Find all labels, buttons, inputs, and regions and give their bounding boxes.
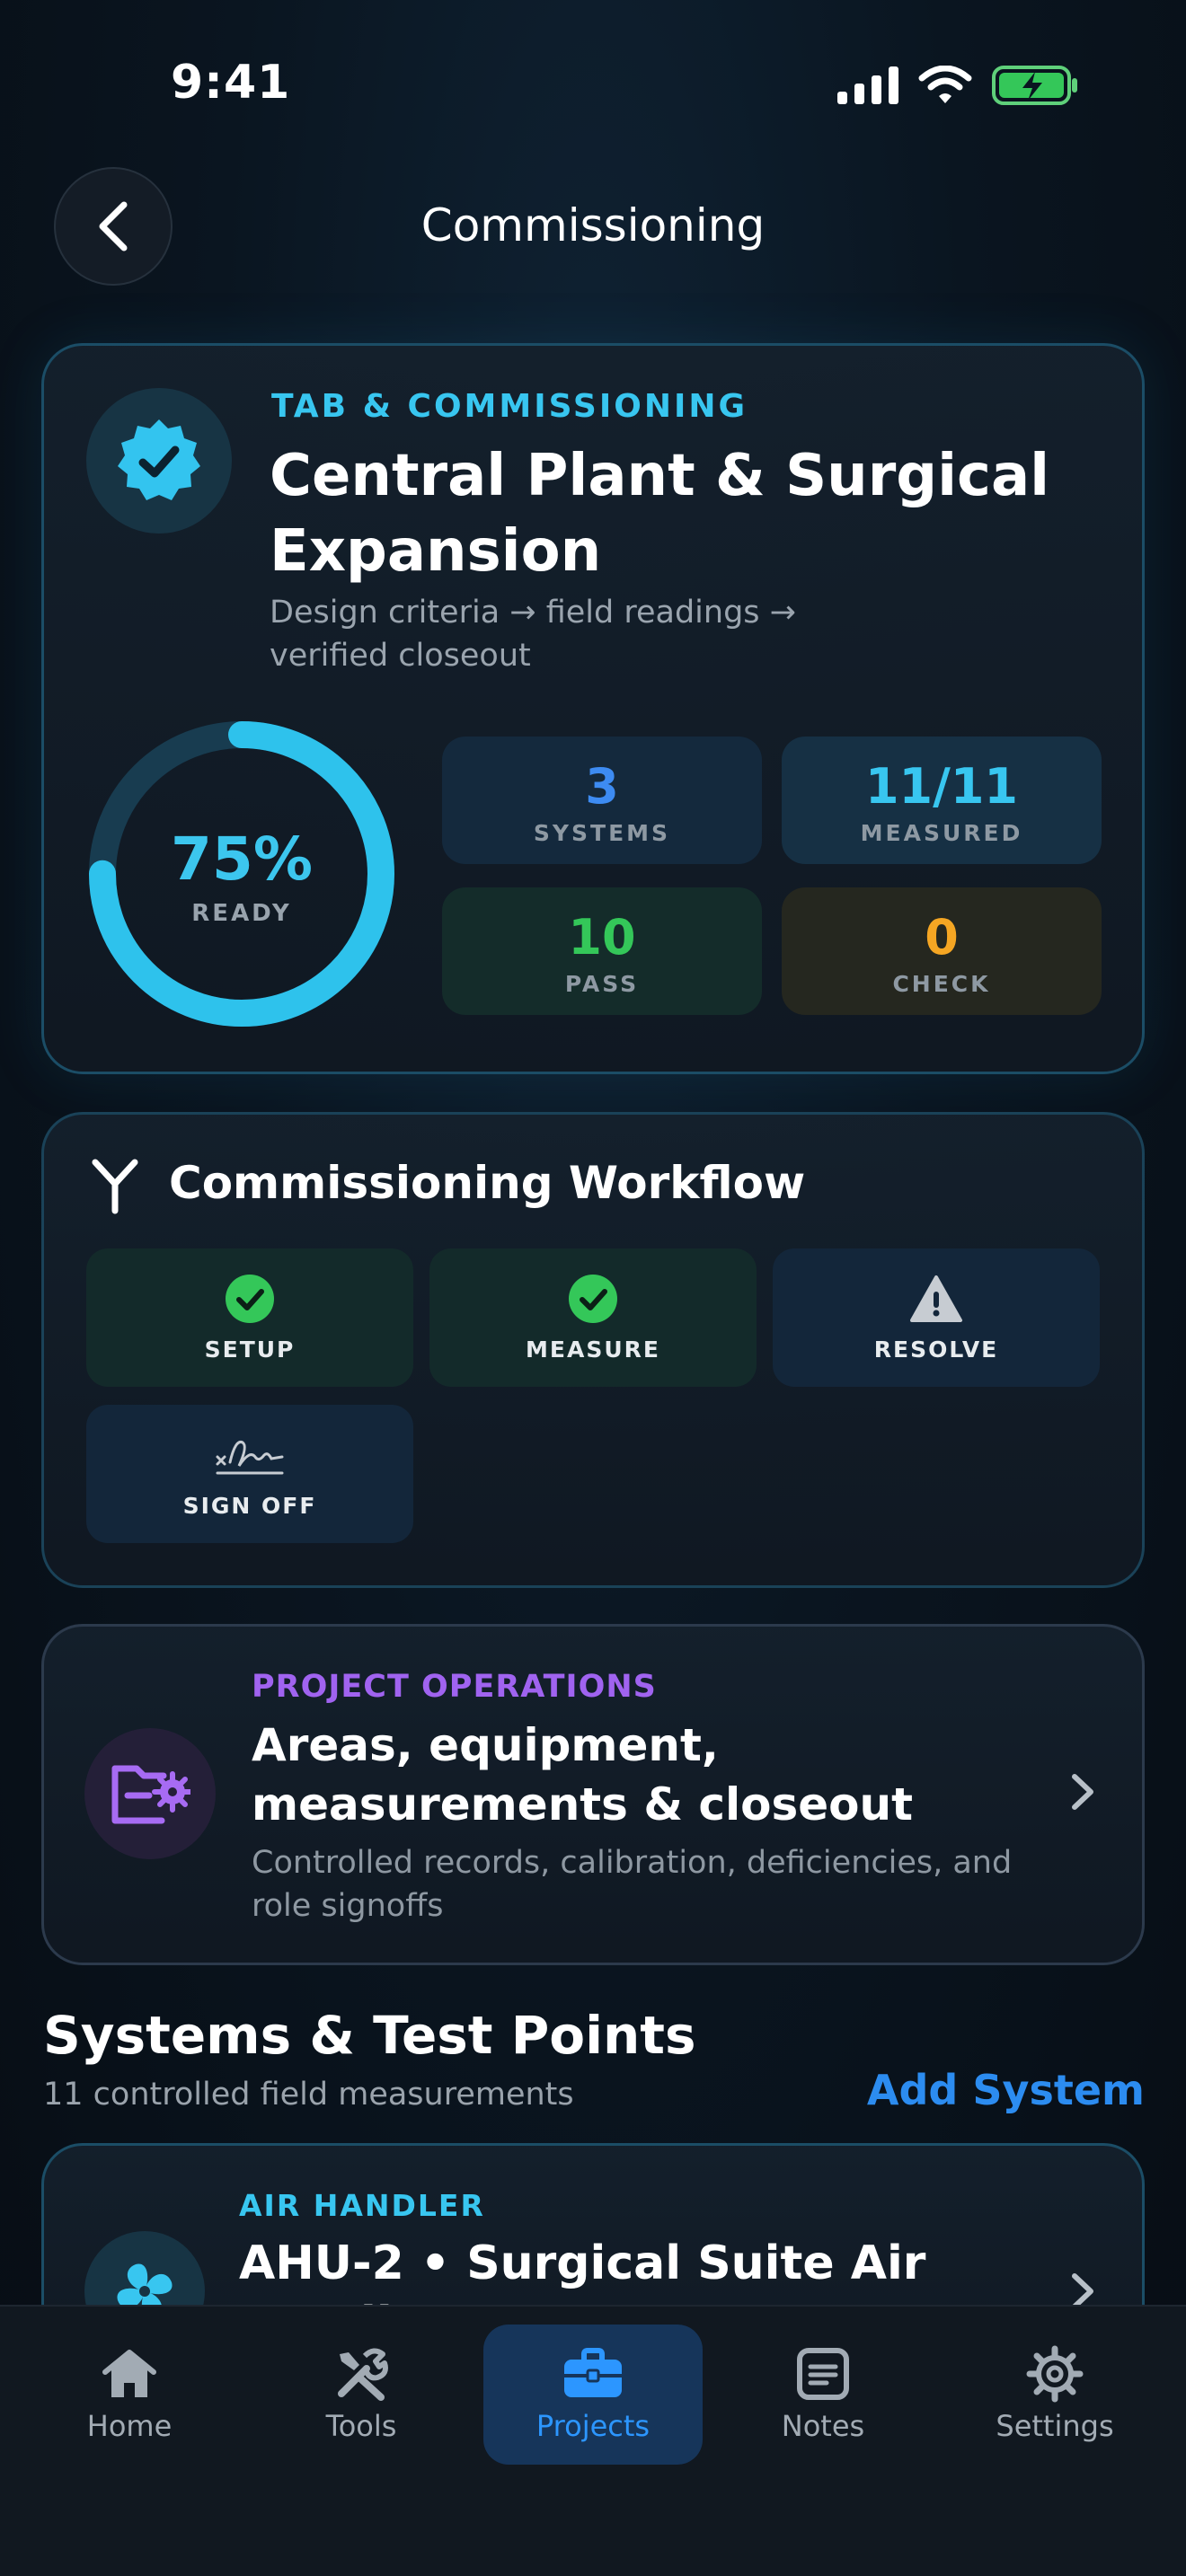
- stat-measured: 11/11 MEASURED: [782, 737, 1102, 864]
- chevron-right-icon: [1072, 1774, 1093, 1810]
- stat-pass: 10 PASS: [442, 887, 762, 1015]
- operations-kicker: PROJECT OPERATIONS: [252, 1669, 657, 1705]
- check-circle-icon: [226, 1275, 274, 1323]
- folder-gear-icon: [111, 1765, 190, 1824]
- stat-value: 10: [568, 909, 636, 966]
- readiness-percent: 75%: [171, 825, 313, 894]
- tab-projects[interactable]: Projects: [483, 2325, 703, 2465]
- verified-check-icon: [118, 419, 200, 500]
- workflow-step-resolve[interactable]: RESOLVE: [773, 1248, 1100, 1387]
- stat-systems: 3 SYSTEMS: [442, 737, 762, 864]
- project-title: Central Plant & Surgical Expansion: [270, 443, 1050, 585]
- status-icons: [837, 65, 1078, 106]
- stat-value: 0: [925, 909, 959, 966]
- house-icon: [102, 2350, 156, 2397]
- operations-subtitle: Controlled records, calibration, deficie…: [252, 1845, 1013, 1924]
- tab-label: Projects: [535, 2409, 651, 2443]
- stat-check: 0 CHECK: [782, 887, 1102, 1015]
- step-label: MEASURE: [526, 1337, 660, 1363]
- tools-icon: [338, 2348, 388, 2401]
- project-subtitle: Design criteria → field readings → verif…: [270, 595, 796, 674]
- workflow-step-setup[interactable]: SETUP: [86, 1248, 413, 1387]
- stat-label: SYSTEMS: [533, 820, 671, 846]
- stat-value: 3: [585, 758, 619, 815]
- tab-tools[interactable]: Tools: [252, 2325, 471, 2465]
- section-subtitle: 11 controlled field measurements: [43, 2077, 574, 2113]
- verified-badge: [86, 388, 232, 534]
- warning-icon: [910, 1275, 962, 1322]
- system-kicker: AIR HANDLER: [239, 2188, 485, 2223]
- check-circle-icon: [569, 1275, 617, 1323]
- status-time: 9:41: [171, 56, 291, 110]
- stat-label: PASS: [564, 971, 640, 997]
- hero-kicker: TAB & COMMISSIONING: [271, 388, 748, 425]
- tab-label: Notes: [781, 2409, 865, 2443]
- workflow-title: Commissioning Workflow: [169, 1157, 806, 1209]
- briefcase-icon: [564, 2348, 622, 2397]
- operations-title: Areas, equipment, measurements & closeou…: [252, 1719, 914, 1831]
- operations-icon-wrap: [84, 1728, 216, 1859]
- readiness-label: READY: [191, 900, 292, 927]
- workflow-step-measure[interactable]: MEASURE: [429, 1248, 757, 1387]
- tab-label: Tools: [325, 2409, 397, 2443]
- page-title: Commissioning: [420, 199, 766, 251]
- tab-notes[interactable]: Notes: [713, 2325, 933, 2465]
- stat-label: MEASURED: [860, 820, 1023, 846]
- branch-icon: [90, 1157, 138, 1214]
- stat-value: 11/11: [864, 758, 1018, 815]
- stat-label: CHECK: [892, 971, 991, 997]
- workflow-step-sign-off[interactable]: SIGN OFF: [86, 1405, 413, 1543]
- wifi-icon: [918, 66, 972, 103]
- gear-icon: [1026, 2345, 1084, 2403]
- signature-icon: [216, 1441, 284, 1475]
- tab-label: Home: [86, 2409, 173, 2443]
- cellular-signal-icon: [837, 66, 898, 104]
- step-label: SIGN OFF: [182, 1493, 317, 1519]
- add-system-button[interactable]: Add System: [867, 2066, 1145, 2114]
- step-label: RESOLVE: [873, 1337, 999, 1363]
- section-title: Systems & Test Points: [43, 2005, 696, 2066]
- step-label: SETUP: [204, 1337, 296, 1363]
- tab-home[interactable]: Home: [20, 2325, 239, 2465]
- tab-label: Settings: [996, 2409, 1114, 2443]
- battery-charging-icon: [992, 66, 1077, 105]
- tab-settings[interactable]: Settings: [945, 2325, 1164, 2465]
- notes-icon: [797, 2348, 849, 2400]
